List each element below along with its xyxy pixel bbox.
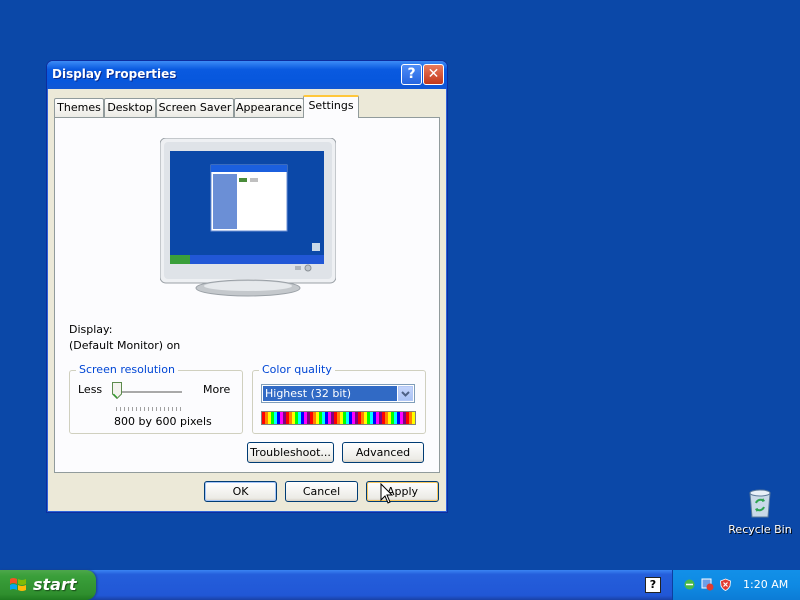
close-button[interactable]: ✕ <box>423 64 444 85</box>
security-alert-icon[interactable] <box>701 578 714 591</box>
display-value: (Default Monitor) on <box>69 339 181 352</box>
recycle-bin[interactable]: Recycle Bin <box>728 485 792 536</box>
network-icon[interactable] <box>683 578 696 591</box>
ok-button[interactable]: OK <box>204 481 277 502</box>
display-label: Display: <box>69 323 113 336</box>
mouse-cursor-icon <box>380 483 394 504</box>
monitor-preview <box>160 138 336 297</box>
settings-page: Display: (Default Monitor) on Screen res… <box>54 117 440 473</box>
less-label: Less <box>78 383 103 396</box>
start-button[interactable]: start <box>0 570 96 600</box>
color-quality-group: Color quality Highest (32 bit) <box>252 363 426 434</box>
more-label: More <box>203 383 231 396</box>
tab-appearance[interactable]: Appearance <box>234 98 304 117</box>
title-bar[interactable]: Display Properties ? ✕ <box>47 61 447 89</box>
window-title: Display Properties <box>52 67 177 81</box>
tab-desktop[interactable]: Desktop <box>104 98 156 117</box>
help-button[interactable]: ? <box>401 64 422 85</box>
advanced-button[interactable]: Advanced <box>342 442 424 463</box>
tab-themes[interactable]: Themes <box>54 98 104 117</box>
tab-screen-saver[interactable]: Screen Saver <box>156 98 234 117</box>
taskbar: start ? 1:20 AM <box>0 570 800 600</box>
cancel-button[interactable]: Cancel <box>285 481 358 502</box>
screen-resolution-title: Screen resolution <box>76 363 178 376</box>
chevron-down-icon <box>401 391 410 397</box>
dropdown-button[interactable] <box>398 386 413 401</box>
shield-alert-icon[interactable] <box>719 578 732 591</box>
clock[interactable]: 1:20 AM <box>743 578 788 591</box>
windows-logo-icon <box>10 578 26 591</box>
system-tray: 1:20 AM <box>672 570 800 600</box>
start-label: start <box>33 575 77 594</box>
screen-resolution-group: Screen resolution Less More 800 by 600 p… <box>69 363 243 434</box>
apply-button[interactable]: Apply <box>366 481 439 502</box>
troubleshoot-button[interactable]: Troubleshoot... <box>247 442 334 463</box>
color-spectrum-bar <box>261 411 416 425</box>
display-properties-window: Display Properties ? ✕ Themes Desktop Sc… <box>46 60 448 513</box>
resolution-slider-ticks <box>116 407 182 411</box>
tab-settings[interactable]: Settings <box>303 95 359 118</box>
color-quality-value: Highest (32 bit) <box>263 386 397 401</box>
color-quality-select[interactable]: Highest (32 bit) <box>261 384 415 403</box>
recycle-bin-label: Recycle Bin <box>728 523 792 536</box>
help-icon[interactable]: ? <box>645 577 661 593</box>
display-info: Display: (Default Monitor) on <box>69 322 180 354</box>
resolution-slider-track[interactable] <box>116 391 182 394</box>
color-quality-title: Color quality <box>259 363 335 376</box>
resolution-slider-thumb[interactable] <box>112 382 122 399</box>
resolution-value: 800 by 600 pixels <box>114 415 212 428</box>
recycle-bin-icon <box>749 489 771 518</box>
